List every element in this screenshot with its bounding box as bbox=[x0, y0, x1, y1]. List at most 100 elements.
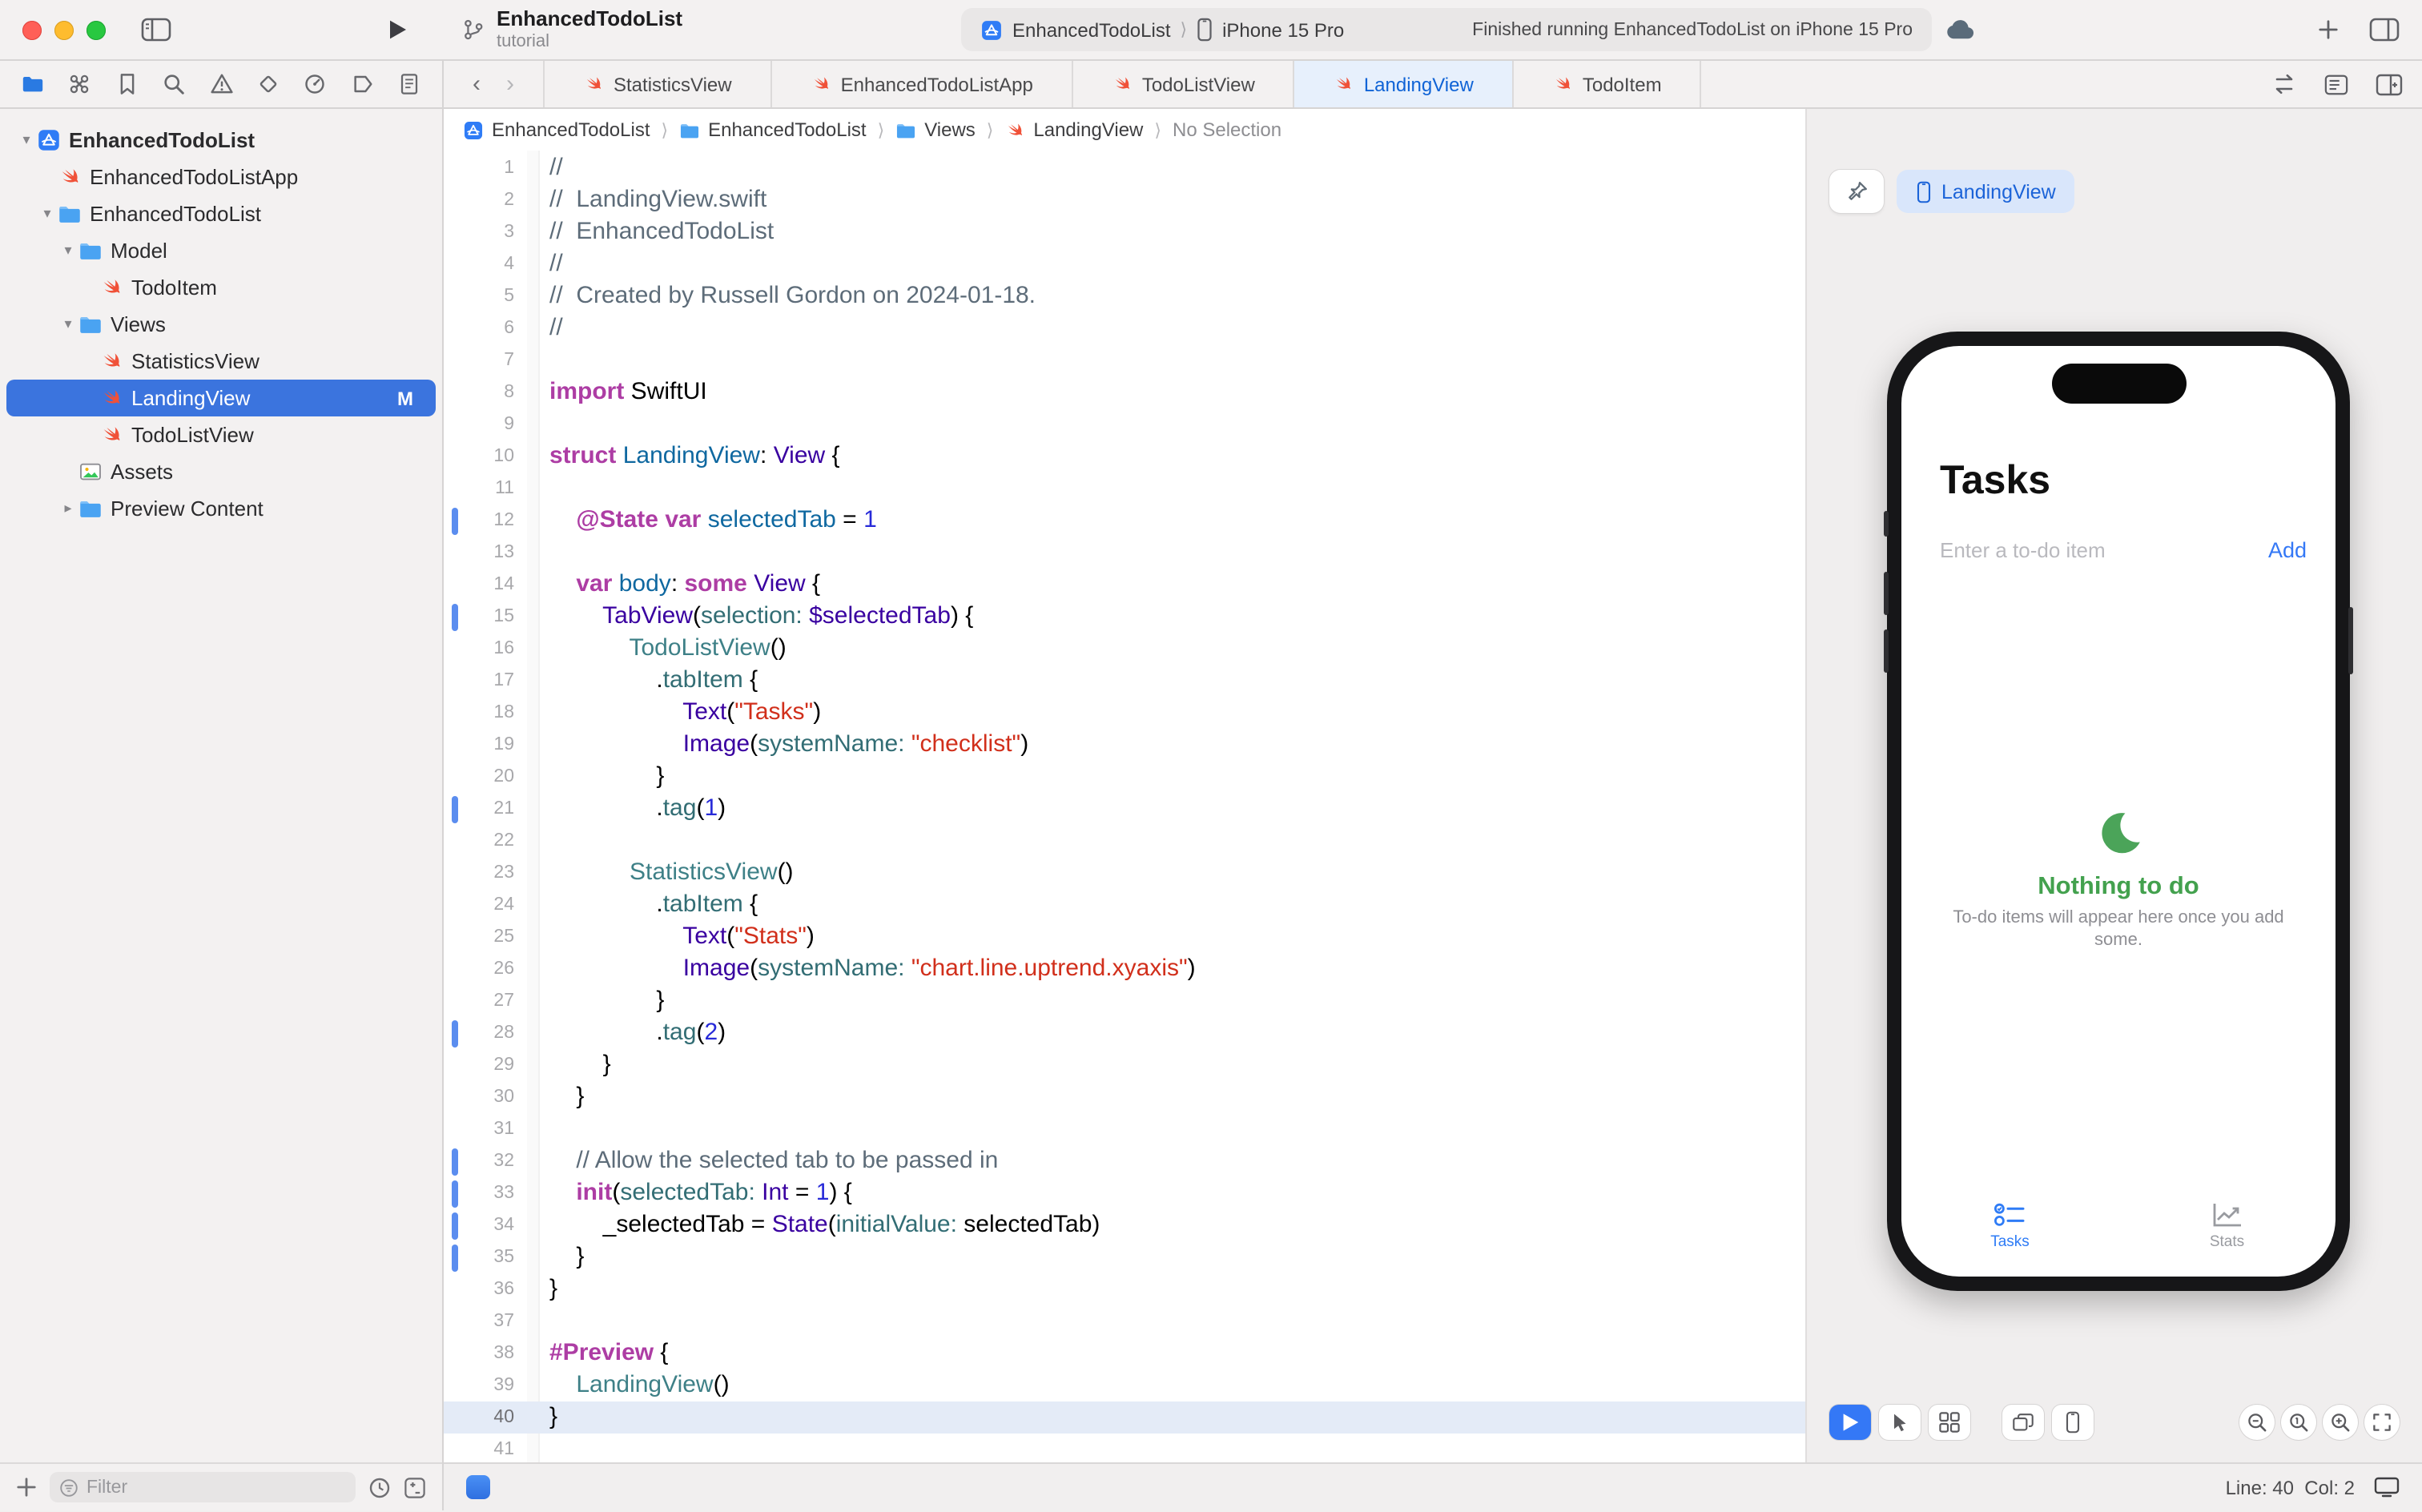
debug-navigator-icon[interactable] bbox=[304, 72, 328, 96]
disclosure-triangle[interactable]: ▸ bbox=[58, 500, 78, 517]
code-line[interactable]: 23 StatisticsView() bbox=[444, 857, 1805, 889]
line-number[interactable]: 10 bbox=[444, 440, 514, 472]
add-editor-button[interactable] bbox=[2376, 73, 2403, 95]
code-line[interactable]: 31 bbox=[444, 1113, 1805, 1145]
line-number[interactable]: 13 bbox=[444, 537, 514, 569]
disclosure-triangle[interactable]: ▾ bbox=[16, 131, 37, 149]
code-line[interactable]: 25 Text("Stats") bbox=[444, 921, 1805, 953]
line-number[interactable]: 2 bbox=[444, 184, 514, 216]
line-number[interactable]: 34 bbox=[444, 1209, 514, 1241]
toggle-inspector-button[interactable] bbox=[2369, 18, 2400, 42]
code-line[interactable]: 3// EnhancedTodoList bbox=[444, 216, 1805, 248]
code-line[interactable]: 32 // Allow the selected tab to be passe… bbox=[444, 1145, 1805, 1177]
editor-tab-todoitem[interactable]: TodoItem bbox=[1514, 61, 1702, 107]
code-line[interactable]: 39 LandingView() bbox=[444, 1369, 1805, 1401]
line-number[interactable]: 14 bbox=[444, 569, 514, 601]
close-button[interactable] bbox=[22, 21, 42, 40]
line-number[interactable]: 8 bbox=[444, 376, 514, 408]
line-number[interactable]: 7 bbox=[444, 344, 514, 376]
code-line[interactable]: 8import SwiftUI bbox=[444, 376, 1805, 408]
sidebar-item-enhancedtodolist[interactable]: ▾EnhancedTodoList bbox=[0, 195, 442, 232]
preview-target-chip[interactable]: LandingView bbox=[1897, 170, 2075, 213]
zoom-fit-button[interactable] bbox=[2364, 1405, 2400, 1440]
zoom-out-button[interactable] bbox=[2239, 1405, 2275, 1440]
filter-field[interactable]: Filter bbox=[50, 1472, 356, 1502]
disclosure-triangle[interactable]: ▾ bbox=[58, 316, 78, 333]
code-line[interactable]: 14 var body: some View { bbox=[444, 569, 1805, 601]
breadcrumb-item-no-selection[interactable]: No Selection bbox=[1173, 119, 1281, 141]
code-line[interactable]: 19 Image(systemName: "checklist") bbox=[444, 729, 1805, 761]
editor-tab-landingview[interactable]: LandingView bbox=[1295, 61, 1514, 107]
code-line[interactable]: 12 @State var selectedTab = 1 bbox=[444, 505, 1805, 537]
sidebar-item-enhancedtodolist[interactable]: ▾EnhancedTodoList bbox=[0, 122, 442, 159]
line-number[interactable]: 23 bbox=[444, 857, 514, 889]
variants-button[interactable] bbox=[1929, 1405, 1970, 1440]
sidebar-item-todoitem[interactable]: TodoItem bbox=[0, 269, 442, 306]
line-number[interactable]: 24 bbox=[444, 889, 514, 921]
code-line[interactable]: 1// bbox=[444, 152, 1805, 184]
code-line[interactable]: 24 .tabItem { bbox=[444, 889, 1805, 921]
sidebar-item-landingview[interactable]: LandingViewM bbox=[6, 380, 436, 416]
sidebar-item-preview-content[interactable]: ▸Preview Content bbox=[0, 490, 442, 527]
selectable-mode-button[interactable] bbox=[1879, 1405, 1921, 1440]
issues-navigator-icon[interactable] bbox=[209, 72, 233, 96]
line-number[interactable]: 33 bbox=[444, 1177, 514, 1209]
code-line[interactable]: 36} bbox=[444, 1273, 1805, 1305]
code-line[interactable]: 26 Image(systemName: "chart.line.uptrend… bbox=[444, 953, 1805, 985]
code-line[interactable]: 37 bbox=[444, 1305, 1805, 1337]
app-tab-stats[interactable]: Stats bbox=[2118, 1201, 2336, 1251]
line-number[interactable]: 4 bbox=[444, 248, 514, 280]
code-line[interactable]: 35 } bbox=[444, 1241, 1805, 1273]
code-line[interactable]: 29 } bbox=[444, 1049, 1805, 1081]
line-number[interactable]: 20 bbox=[444, 761, 514, 793]
line-number[interactable]: 30 bbox=[444, 1081, 514, 1113]
app-tab-tasks[interactable]: Tasks bbox=[1901, 1201, 2118, 1251]
fullscreen-button[interactable] bbox=[86, 21, 106, 40]
zoom-actual-button[interactable] bbox=[2281, 1405, 2316, 1440]
live-preview-button[interactable] bbox=[1829, 1405, 1871, 1440]
code-line[interactable]: 20 } bbox=[444, 761, 1805, 793]
project-navigator-icon[interactable] bbox=[21, 72, 45, 96]
line-number[interactable]: 18 bbox=[444, 697, 514, 729]
code-line[interactable]: 17 .tabItem { bbox=[444, 665, 1805, 697]
code-line[interactable]: 6// bbox=[444, 312, 1805, 344]
line-number[interactable]: 12 bbox=[444, 505, 514, 537]
code-line[interactable]: 10struct LandingView: View { bbox=[444, 440, 1805, 472]
code-line[interactable]: 5// Created by Russell Gordon on 2024-01… bbox=[444, 280, 1805, 312]
sidebar-item-assets[interactable]: Assets bbox=[0, 453, 442, 490]
line-number[interactable]: 15 bbox=[444, 601, 514, 633]
line-number[interactable]: 17 bbox=[444, 665, 514, 697]
run-button[interactable] bbox=[386, 18, 408, 42]
code-line[interactable]: 40} bbox=[444, 1401, 1805, 1434]
sidebar-item-enhancedtodolistapp[interactable]: EnhancedTodoListApp bbox=[0, 159, 442, 195]
line-number[interactable]: 28 bbox=[444, 1017, 514, 1049]
line-number[interactable]: 41 bbox=[444, 1434, 514, 1462]
code-review-button[interactable] bbox=[2271, 74, 2297, 94]
line-number[interactable]: 3 bbox=[444, 216, 514, 248]
disclosure-triangle[interactable]: ▾ bbox=[37, 205, 58, 223]
editor-tab-statisticsview[interactable]: StatisticsView bbox=[543, 61, 772, 107]
code-line[interactable]: 11 bbox=[444, 472, 1805, 505]
breadcrumb-item-enhancedtodolist[interactable]: EnhancedTodoList bbox=[679, 119, 867, 141]
scheme-bar[interactable]: EnhancedTodoList ⟩ iPhone 15 Pro Finishe… bbox=[961, 8, 1932, 51]
recent-files-filter-button[interactable] bbox=[368, 1476, 391, 1498]
scm-status-filter-button[interactable] bbox=[404, 1476, 426, 1498]
line-number[interactable]: 25 bbox=[444, 921, 514, 953]
breadcrumb-item-landingview[interactable]: LandingView bbox=[1004, 119, 1143, 141]
line-number[interactable]: 16 bbox=[444, 633, 514, 665]
sidebar-item-views[interactable]: ▾Views bbox=[0, 306, 442, 343]
run-destination[interactable]: iPhone 15 Pro bbox=[1222, 18, 1344, 41]
code-line[interactable]: 34 _selectedTab = State(initialValue: se… bbox=[444, 1209, 1805, 1241]
add-todo-button[interactable]: Add bbox=[2268, 538, 2307, 562]
todo-input[interactable]: Enter a to-do item bbox=[1940, 538, 2106, 562]
code-line[interactable]: 30 } bbox=[444, 1081, 1805, 1113]
line-number[interactable]: 26 bbox=[444, 953, 514, 985]
line-number[interactable]: 31 bbox=[444, 1113, 514, 1145]
breadcrumb-item-enhancedtodolist[interactable]: EnhancedTodoList bbox=[463, 119, 650, 141]
scheme-name[interactable]: EnhancedTodoList bbox=[1012, 18, 1171, 41]
code-line[interactable]: 28 .tag(2) bbox=[444, 1017, 1805, 1049]
tests-navigator-icon[interactable] bbox=[256, 72, 280, 96]
toggle-navigator-button[interactable] bbox=[141, 18, 171, 42]
toolbar-add-button[interactable] bbox=[2318, 19, 2339, 40]
line-number[interactable]: 11 bbox=[444, 472, 514, 505]
